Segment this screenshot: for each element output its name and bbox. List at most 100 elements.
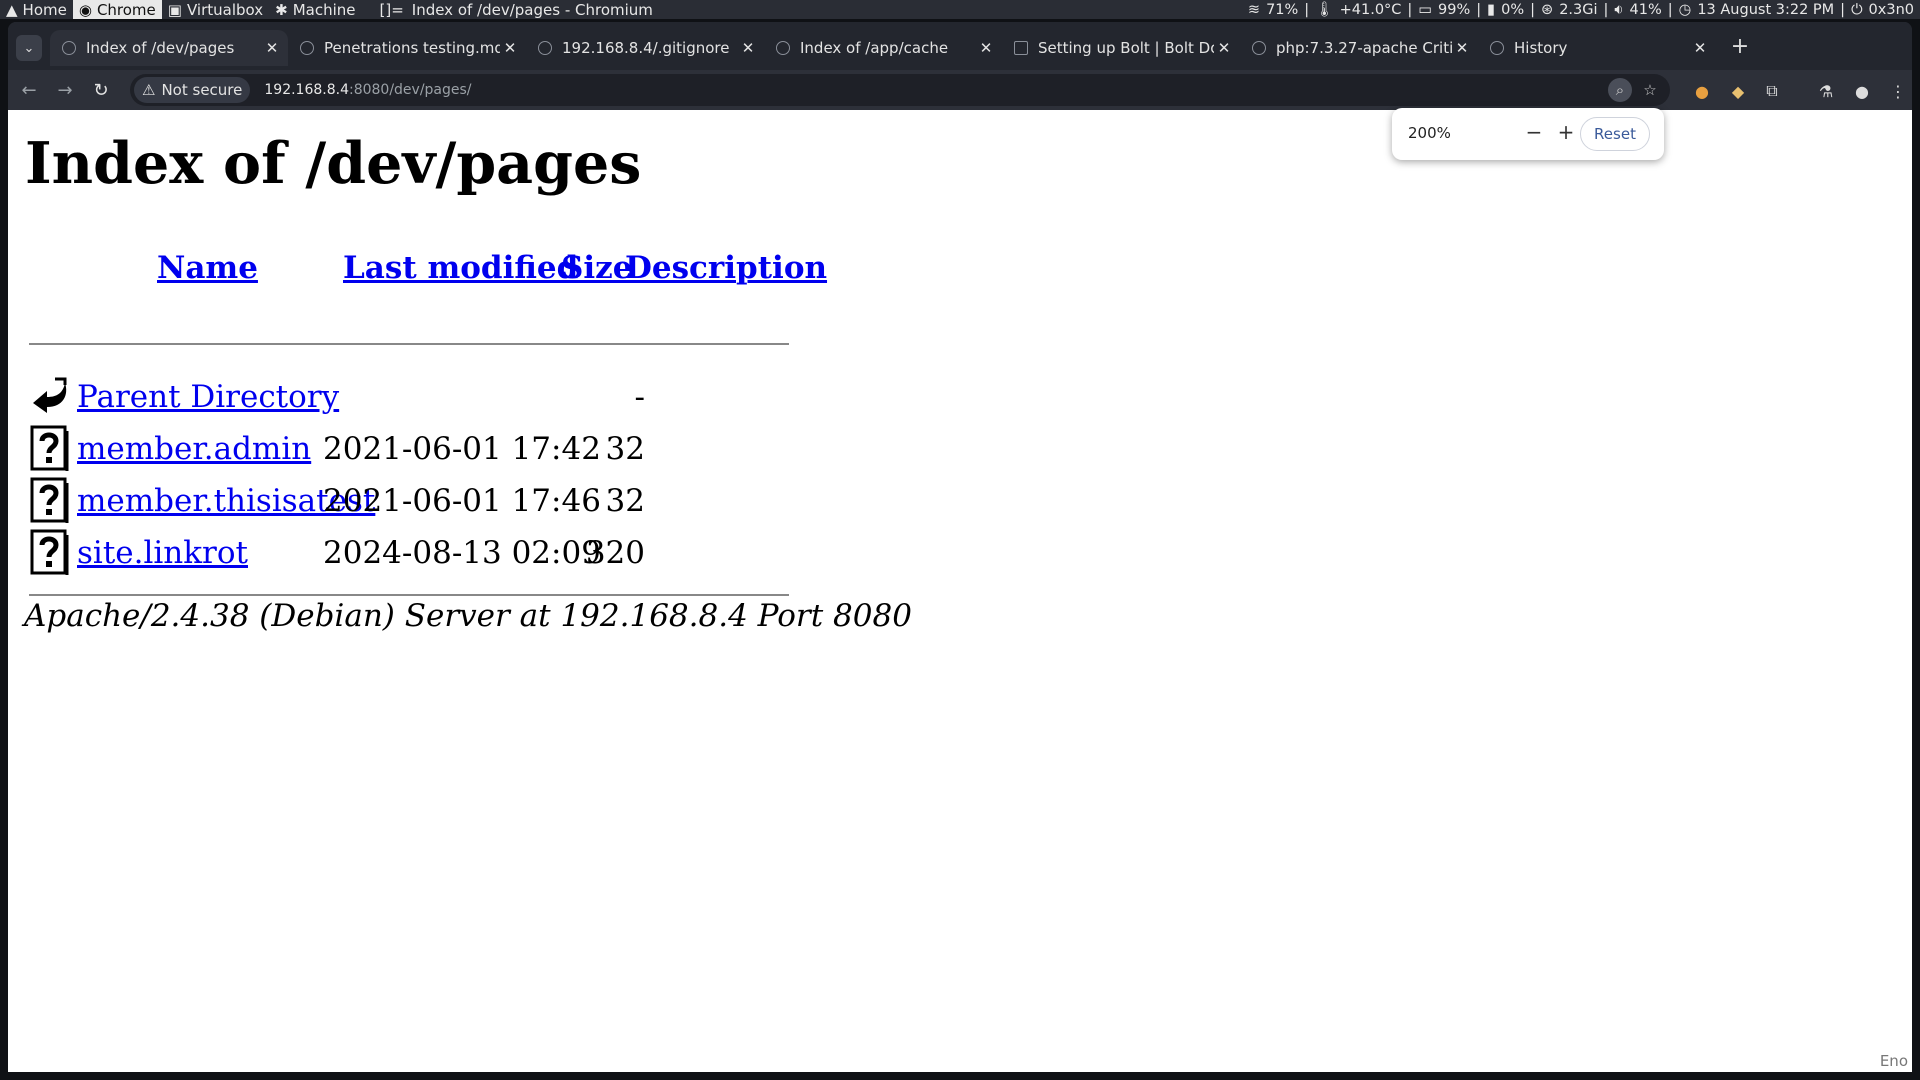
corner-label: Eno [1879,1052,1908,1070]
forward-button[interactable]: → [52,77,78,103]
cpu-temp: +41.0°C [1339,1,1402,18]
column-header-size[interactable]: Size [561,250,633,286]
tab-penetration-testing[interactable]: Penetrations testing.md ✕ [288,30,526,66]
browser-toolbar: ← → ↻ ⚠ Not secure 192.168.8.4:8080/dev/… [8,70,1912,110]
globe-icon [776,41,790,55]
extension-button[interactable]: ◆ [1726,79,1750,103]
security-label: Not secure [161,81,243,99]
kebab-menu-icon: ⋮ [1890,81,1906,101]
reload-icon: ↻ [93,79,109,101]
divider [29,594,789,596]
cookie-extension-button[interactable]: ● [1690,79,1714,103]
new-tab-button[interactable]: + [1726,32,1754,60]
tab-title: Setting up Bolt | Bolt Documentation [1038,39,1214,57]
volume-level: 41% [1629,1,1662,18]
page-title: Index of /dev/pages [25,130,642,197]
workspace-chrome[interactable]: ◉ Chrome [72,0,162,19]
star-icon: ☆ [1643,81,1657,99]
status-area: ≋ 71% | 🌡︎ +41.0°C | ▭ 99% | ▮ 0% | ⊛ 2.3Gi | 🔉︎ 41… [1247,1,1914,19]
tab-search-button[interactable]: ⌄ [16,35,42,61]
minus-icon: − [1525,120,1543,144]
zoom-reset-button[interactable]: Reset [1580,117,1650,151]
plus-icon: + [1730,33,1750,59]
zoom-level: 200% [1408,124,1451,142]
close-icon[interactable]: ✕ [1690,39,1710,57]
list-item: site.linkrot 2024-08-13 02:09 320 [29,529,809,577]
reload-button[interactable]: ↻ [88,77,114,103]
extensions-button[interactable]: ⧉ [1760,79,1784,103]
document-icon [1014,41,1028,55]
list-item: member.thisisatest 2021-06-01 17:46 32 [29,477,809,525]
thermometer-icon: 🌡︎ [1315,2,1334,18]
entry-link[interactable]: member.admin [77,431,311,467]
entry-size: - [634,379,645,415]
close-icon[interactable]: ✕ [500,39,520,57]
close-icon[interactable]: ✕ [976,39,996,57]
tab-index-dev-pages[interactable]: Index of /dev/pages ✕ [50,30,288,66]
tab-title: php:7.3.27-apache Critical [1276,39,1452,57]
column-header-name[interactable]: Name [157,250,258,286]
divider [29,343,789,345]
avatar-icon: ● [1855,81,1869,101]
url-text[interactable]: 192.168.8.4:8080/dev/pages/ [264,82,471,98]
layout-indicator[interactable]: []= [379,1,403,19]
unknown-file-icon [30,425,69,471]
labs-button[interactable]: ⚗ [1814,79,1838,103]
arrow-left-icon: ← [21,79,37,101]
entry-link[interactable]: Parent Directory [77,379,339,415]
list-item: member.admin 2021-06-01 17:42 32 [29,425,809,473]
window-title: Index of /dev/pages - Chromium [411,0,653,19]
workspace-machine[interactable]: ✱ Machine [269,0,361,19]
menu-button[interactable]: ⋮ [1886,79,1910,103]
magnifier-icon: ⌕ [1615,81,1625,99]
tab-app-cache[interactable]: Index of /app/cache ✕ [764,30,1002,66]
flask-icon: ⚗ [1818,81,1834,101]
profile-button[interactable]: ● [1850,79,1874,103]
tab-history[interactable]: History ✕ [1478,30,1716,66]
list-item: Parent Directory - [29,373,809,421]
close-icon[interactable]: ✕ [262,39,282,57]
tab-bolt-docs[interactable]: Setting up Bolt | Bolt Documentation ✕ [1002,30,1240,66]
entry-modified: 2021-06-01 17:42 [323,431,601,467]
tab-title: Penetrations testing.md [324,39,500,57]
username: 0x3n0 [1868,1,1914,18]
workspace-home[interactable]: ▲ Home [0,0,73,19]
unknown-file-icon [30,477,69,523]
zoom-out-button[interactable]: − [1522,120,1546,144]
battery-icon: ▭ [1418,1,1433,18]
tab-strip: ⌄ Index of /dev/pages ✕ Penetrations tes… [8,22,1912,70]
entry-link[interactable]: site.linkrot [77,535,248,571]
cpu-usage: 0% [1501,1,1525,18]
arch-icon: ▲ [6,0,18,19]
machine-icon: ✱ [275,0,288,19]
tab-title: Index of /app/cache [800,39,949,57]
entry-size: 32 [605,483,645,519]
address-bar[interactable]: ⚠ Not secure 192.168.8.4:8080/dev/pages/… [130,74,1670,106]
column-header-last-modified[interactable]: Last modified [343,250,578,286]
user-icon: ⏻ [1851,1,1863,18]
chrome-icon: ◉ [78,0,92,19]
plus-icon: + [1557,120,1575,144]
tab-php-apache[interactable]: php:7.3.27-apache Critical ✕ [1240,30,1478,66]
workspace-virtualbox[interactable]: ▣ Virtualbox [162,0,269,19]
github-icon [1252,41,1266,55]
volume-icon: 🔉︎ [1614,1,1624,18]
zoom-in-button[interactable]: + [1554,120,1578,144]
workspace-label: Chrome [96,0,156,19]
close-icon[interactable]: ✕ [738,39,758,57]
bookmark-button[interactable]: ☆ [1638,78,1662,102]
tab-gitignore[interactable]: 192.168.8.4/.gitignore ✕ [526,30,764,66]
close-icon[interactable]: ✕ [1452,39,1472,57]
entry-modified: 2021-06-01 17:46 [323,483,601,519]
back-button[interactable]: ← [16,77,42,103]
server-signature: Apache/2.4.38 (Debian) Server at 192.168… [24,598,912,634]
close-icon[interactable]: ✕ [1214,39,1234,57]
browser-window: ⌄ Index of /dev/pages ✕ Penetrations tes… [8,22,1912,1072]
tab-title: History [1514,39,1568,57]
cookie-icon: ● [1695,81,1709,101]
security-chip[interactable]: ⚠ Not secure [134,77,251,103]
battery-level: 99% [1438,1,1471,18]
zoom-indicator-button[interactable]: ⌕ [1608,78,1632,102]
column-header-description[interactable]: Description [625,250,827,286]
wifi-icon: ≋ [1247,1,1261,18]
